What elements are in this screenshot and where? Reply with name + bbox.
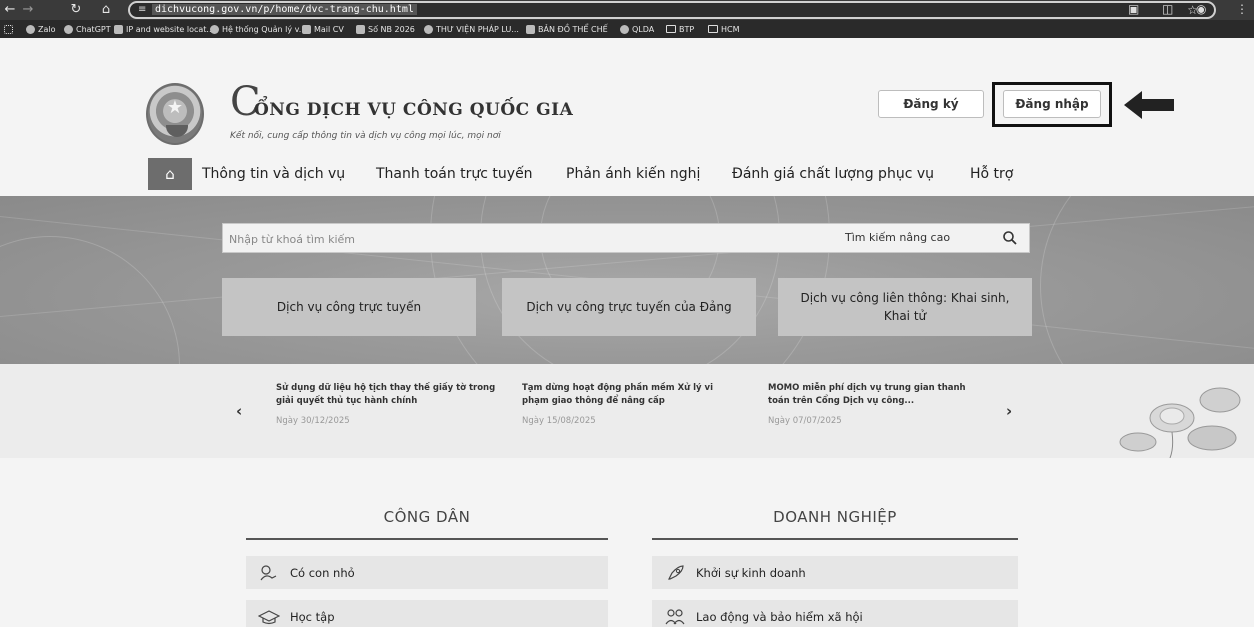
star-icon: ★ — [166, 97, 184, 118]
mail-icon — [302, 24, 311, 34]
category-item-start-business[interactable]: Khởi sự kinh doanh — [652, 556, 1018, 589]
category-item-education[interactable]: Học tập — [246, 600, 608, 627]
back-icon[interactable]: ← — [2, 2, 18, 18]
workers-icon — [665, 608, 685, 624]
category-item-labor-insurance[interactable]: Lao động và bảo hiểm xã hội — [652, 600, 1018, 627]
hero-banner: Tìm kiếm nâng cao Dịch vụ công trực tuyế… — [0, 196, 1254, 364]
reload-icon[interactable]: ↻ — [68, 2, 84, 18]
system-icon — [210, 24, 219, 34]
business-divider — [652, 538, 1018, 540]
advanced-search-link[interactable]: Tìm kiếm nâng cao — [845, 231, 950, 244]
extension-icon[interactable]: ▣ — [1128, 2, 1139, 16]
home-nav-icon[interactable]: ⌂ — [148, 158, 192, 190]
bookmark-btp[interactable]: BTP — [666, 23, 694, 35]
rocket-icon — [668, 564, 684, 580]
bookmark-so-nb[interactable]: Số NB 2026 — [356, 23, 415, 35]
arrow-left-icon — [1124, 91, 1174, 119]
library-icon — [424, 24, 433, 34]
forward-icon[interactable]: → — [20, 2, 36, 18]
login-button[interactable]: Đăng nhập — [1003, 90, 1101, 118]
bookmark-thu-vien[interactable]: THƯ VIỆN PHÁP LU... — [424, 23, 519, 35]
bookmark-ban-do[interactable]: BẢN ĐỒ THỂ CHẾ — [526, 23, 608, 35]
category-item-young-children[interactable]: Có con nhỏ — [246, 556, 608, 589]
linked-service-birth-death-button[interactable]: Dịch vụ công liên thông: Khai sinh, Khai… — [778, 278, 1032, 336]
url-text[interactable]: dichvucong.gov.vn/p/home/dvc-trang-chu.h… — [152, 4, 417, 15]
menu-item-info-services[interactable]: Thông tin và dịch vụ — [202, 158, 345, 190]
profile-icon[interactable]: ◉ — [1196, 2, 1206, 16]
folder-icon — [708, 25, 718, 33]
qlda-icon — [620, 24, 629, 34]
search-box: Tìm kiếm nâng cao — [222, 223, 1030, 253]
category-label: Học tập — [290, 609, 335, 624]
news-title: Tạm dừng hoạt động phần mềm Xử lý vi phạ… — [522, 383, 714, 406]
graduation-cap-icon — [258, 609, 280, 624]
apps-grid-icon[interactable] — [4, 23, 13, 35]
online-public-service-button[interactable]: Dịch vụ công trực tuyến — [222, 278, 476, 336]
site-subtitle: Kết nối, cung cấp thông tin và dịch vụ c… — [230, 131, 501, 141]
business-heading[interactable]: DOANH NGHIỆP — [652, 508, 1018, 526]
citizen-heading[interactable]: CÔNG DÂN — [246, 508, 608, 526]
chevron-left-icon[interactable]: ‹ — [236, 402, 242, 420]
site-settings-icon[interactable]: ≡ — [138, 4, 146, 15]
menu-dots-icon[interactable]: ⋮ — [1236, 2, 1248, 16]
party-online-service-button[interactable]: Dịch vụ công trực tuyến của Đảng — [502, 278, 756, 336]
news-date: Ngày 07/07/2025 — [768, 416, 842, 426]
menu-item-quality-rating[interactable]: Đánh giá chất lượng phục vụ — [732, 158, 934, 190]
news-title: Sử dụng dữ liệu hộ tịch thay thế giấy tờ… — [276, 383, 496, 406]
news-item[interactable]: MOMO miễn phí dịch vụ trung gian thanh t… — [768, 382, 988, 426]
bookmark-qlda[interactable]: QLDA — [620, 23, 654, 35]
category-label: Khởi sự kinh doanh — [696, 565, 806, 580]
bookmark-hcm[interactable]: HCM — [708, 23, 740, 35]
news-date: Ngày 30/12/2025 — [276, 416, 350, 426]
chatgpt-icon — [64, 24, 73, 34]
map-icon — [526, 24, 535, 34]
menu-item-feedback[interactable]: Phản ánh kiến nghị — [566, 158, 700, 190]
browser-toolbar: ← → ↻ ⌂ ≡ dichvucong.gov.vn/p/home/dvc-t… — [0, 0, 1254, 20]
bookmarks-bar: Zalo ChatGPT IP and website locat... Hệ … — [0, 20, 1254, 38]
site-title[interactable]: ỔNG DỊCH VỤ CÔNG QUỐC GIA — [254, 100, 573, 120]
page: ★ C ỔNG DỊCH VỤ CÔNG QUỐC GIA Kết nối, c… — [0, 38, 1254, 627]
baby-icon — [260, 564, 277, 580]
doc-icon — [356, 24, 365, 34]
chevron-right-icon[interactable]: › — [1006, 402, 1012, 420]
news-item[interactable]: Sử dụng dữ liệu hộ tịch thay thế giấy tờ… — [276, 382, 496, 426]
menu-item-support[interactable]: Hỗ trợ — [970, 158, 1013, 190]
puzzle-icon[interactable]: ◫ — [1162, 2, 1173, 16]
search-icon[interactable] — [1001, 229, 1019, 247]
register-button[interactable]: Đăng ký — [878, 90, 984, 118]
lotus-decoration-icon — [1119, 387, 1241, 458]
zalo-icon — [26, 24, 35, 34]
bookmark-he-thong[interactable]: Hệ thống Quản lý v... — [210, 23, 306, 35]
bookmark-mail-cv[interactable]: Mail CV — [302, 23, 344, 35]
menu-item-online-payment[interactable]: Thanh toán trực tuyến — [376, 158, 533, 190]
main-menu: ⌂ Thông tin và dịch vụ Thanh toán trực t… — [148, 158, 1038, 190]
bookmark-zalo[interactable]: Zalo — [26, 23, 56, 35]
category-label: Có con nhỏ — [290, 565, 355, 580]
search-input[interactable] — [229, 230, 789, 248]
news-date: Ngày 15/08/2025 — [522, 416, 596, 426]
ip-site-icon — [114, 24, 123, 34]
news-carousel: ‹ Sử dụng dữ liệu hộ tịch thay thế giấy … — [0, 364, 1254, 458]
address-bar[interactable]: ≡ dichvucong.gov.vn/p/home/dvc-trang-chu… — [128, 1, 1216, 19]
national-emblem-logo[interactable]: ★ — [146, 83, 204, 145]
bookmark-ip-website[interactable]: IP and website locat... — [114, 23, 214, 35]
citizen-divider — [246, 538, 608, 540]
bookmark-chatgpt[interactable]: ChatGPT — [64, 23, 111, 35]
news-item[interactable]: Tạm dừng hoạt động phần mềm Xử lý vi phạ… — [522, 382, 742, 426]
category-label: Lao động và bảo hiểm xã hội — [696, 609, 863, 624]
home-icon[interactable]: ⌂ — [98, 2, 114, 18]
folder-icon — [666, 25, 676, 33]
news-title: MOMO miễn phí dịch vụ trung gian thanh t… — [768, 383, 966, 406]
